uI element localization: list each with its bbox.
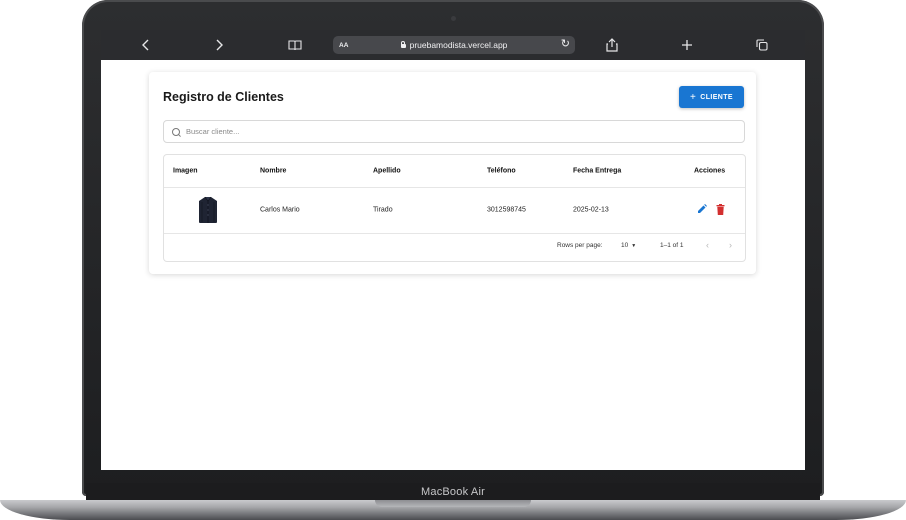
page-title: Registro de Clientes xyxy=(163,90,284,104)
device-label: MacBook Air xyxy=(421,486,485,498)
cell-nombre: Carlos Mario xyxy=(260,206,300,214)
forward-button[interactable] xyxy=(204,30,234,60)
clients-table: Imagen Nombre Apellido Teléfono Fecha En… xyxy=(163,154,746,262)
lock-icon xyxy=(400,41,406,48)
plus-icon xyxy=(682,40,692,50)
rows-per-page-select[interactable]: 10 ▼ xyxy=(621,242,636,249)
share-icon xyxy=(606,38,618,52)
chevron-left-icon xyxy=(142,39,149,51)
reload-icon[interactable]: ↻ xyxy=(561,37,570,50)
next-page-button[interactable]: › xyxy=(729,240,732,250)
previous-page-button[interactable]: ‹ xyxy=(706,240,709,250)
table-pagination: Rows per page: 10 ▼ 1–1 of 1 ‹ › xyxy=(164,233,745,261)
url-text: pruebamodista.vercel.app xyxy=(333,40,575,50)
clients-card: Registro de Clientes + CLIENTE Imagen No… xyxy=(149,72,756,274)
add-client-button[interactable]: + CLIENTE xyxy=(679,86,744,108)
camera-icon xyxy=(451,16,456,21)
laptop-notch xyxy=(375,500,531,507)
cell-apellido: Tirado xyxy=(373,206,393,214)
tabs-icon xyxy=(756,39,768,51)
search-icon xyxy=(172,127,180,136)
dropdown-arrow-icon: ▼ xyxy=(631,243,637,249)
bookmarks-button[interactable] xyxy=(280,30,310,60)
table-header: Imagen Nombre Apellido Teléfono Fecha En… xyxy=(164,155,745,188)
url-value: pruebamodista.vercel.app xyxy=(409,40,508,50)
table-row[interactable]: Carlos Mario Tirado 3012598745 2025-02-1… xyxy=(164,187,745,234)
header-apellido[interactable]: Apellido xyxy=(373,168,401,175)
header-imagen[interactable]: Imagen xyxy=(173,168,198,175)
add-client-label: CLIENTE xyxy=(700,93,733,101)
delete-icon[interactable] xyxy=(716,204,725,215)
new-tab-button[interactable] xyxy=(672,30,702,60)
browser-window: AA pruebamodista.vercel.app ↻ Registro d… xyxy=(101,30,805,470)
header-nombre[interactable]: Nombre xyxy=(260,168,286,175)
browser-toolbar: AA pruebamodista.vercel.app ↻ xyxy=(101,30,805,60)
plus-icon: + xyxy=(690,91,697,103)
search-field[interactable] xyxy=(163,120,745,143)
rows-per-page-value: 10 xyxy=(621,242,629,249)
edit-icon[interactable] xyxy=(697,204,707,214)
laptop-hinge: MacBook Air xyxy=(86,483,820,501)
cell-fecha-entrega: 2025-02-13 xyxy=(573,206,609,214)
tabs-button[interactable] xyxy=(747,30,777,60)
header-acciones: Acciones xyxy=(694,167,726,175)
share-button[interactable] xyxy=(597,30,627,60)
shirt-image xyxy=(199,196,217,223)
header-telefono[interactable]: Teléfono xyxy=(487,168,516,175)
book-icon xyxy=(288,39,302,50)
address-bar[interactable]: AA pruebamodista.vercel.app ↻ xyxy=(333,36,575,54)
pagination-range: 1–1 of 1 xyxy=(660,242,684,249)
chevron-right-icon xyxy=(216,39,223,51)
header-fecha-entrega[interactable]: Fecha Entrega xyxy=(573,168,621,175)
back-button[interactable] xyxy=(131,30,161,60)
search-input[interactable] xyxy=(186,127,726,136)
cell-telefono: 3012598745 xyxy=(487,206,526,214)
rows-per-page-label: Rows per page: xyxy=(557,242,603,249)
